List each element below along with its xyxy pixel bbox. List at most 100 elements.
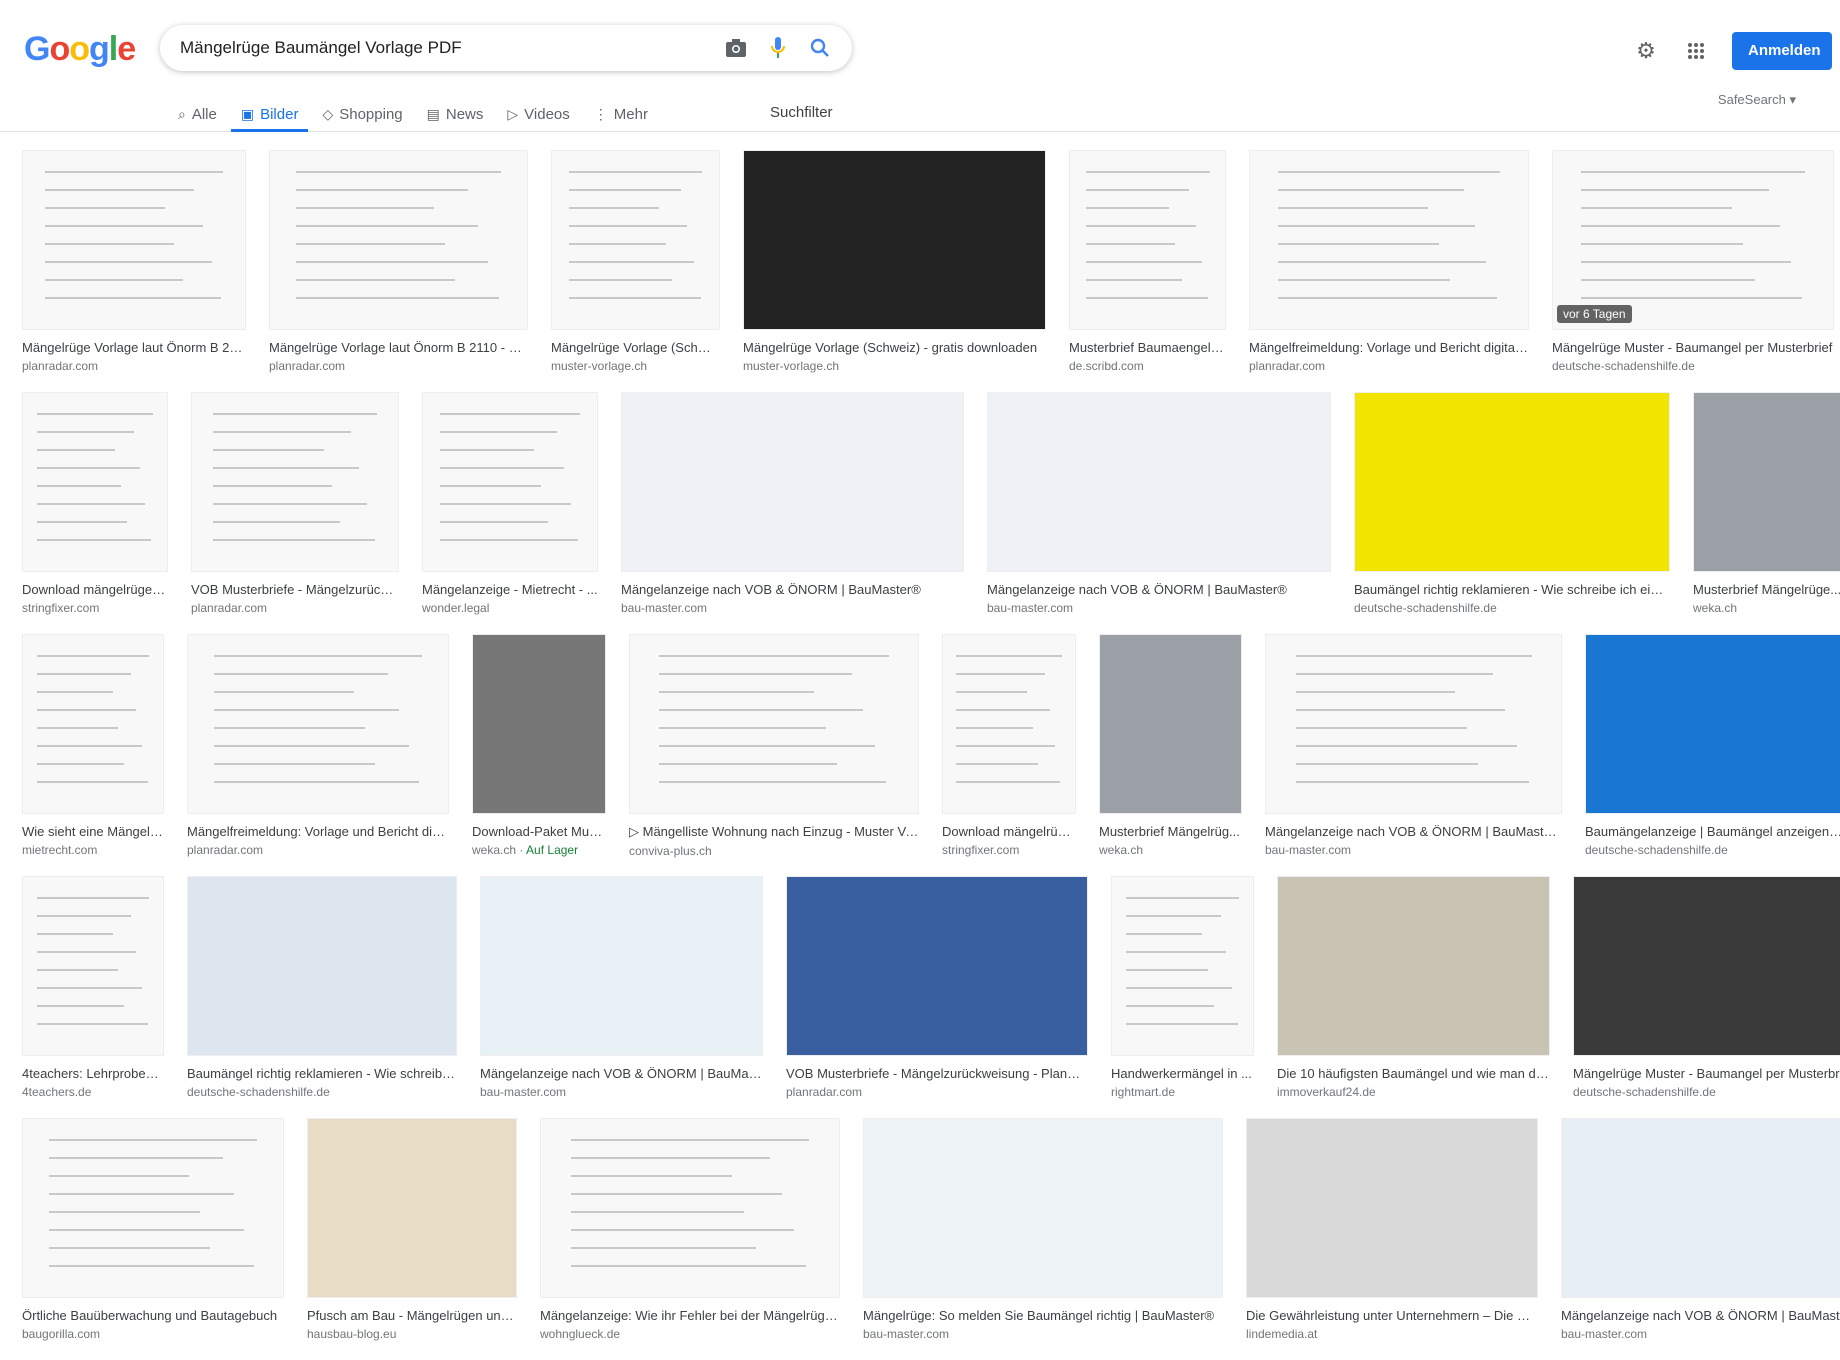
result-thumbnail[interactable] [22, 1118, 284, 1298]
result-source[interactable]: bau-master.com [987, 601, 1331, 615]
result-title[interactable]: Mängelrüge Vorlage laut Önorm B 2110 - W… [269, 340, 528, 355]
image-result[interactable]: Mängelfreimeldung: Vorlage und Bericht d… [187, 634, 449, 876]
result-thumbnail[interactable] [187, 634, 449, 814]
image-result[interactable]: Download mängelrüge ... stringfixer.com [942, 634, 1076, 876]
result-title[interactable]: Baumängelanzeige | Baumängel anzeigen ..… [1585, 824, 1840, 839]
image-result[interactable]: Musterbrief Mängelrüg... weka.ch [1099, 634, 1242, 876]
safesearch-dropdown[interactable]: SafeSearch ▾ [1718, 92, 1796, 108]
image-result[interactable]: Download mängelrüge i... stringfixer.com [22, 392, 168, 634]
image-result[interactable]: Download-Paket Muste... weka.ch · Auf La… [472, 634, 606, 876]
tab-shopping[interactable]: ◇ Shopping [322, 98, 402, 130]
result-source[interactable]: bau-master.com [480, 1085, 763, 1099]
result-thumbnail[interactable] [187, 876, 457, 1056]
result-thumbnail[interactable] [621, 392, 964, 572]
result-title[interactable]: Handwerkermängel in ... [1111, 1066, 1254, 1081]
image-result[interactable]: Baumängel richtig reklamieren - Wie schr… [187, 876, 457, 1118]
search-icon[interactable] [808, 36, 832, 60]
result-title[interactable]: Mängelrüge Vorlage (Schweiz) - gratis do… [743, 340, 1046, 355]
result-source[interactable]: planradar.com [1249, 359, 1529, 373]
result-source[interactable]: rightmart.de [1111, 1085, 1254, 1099]
result-source[interactable]: stringfixer.com [22, 601, 168, 615]
search-input[interactable] [180, 38, 706, 58]
result-thumbnail[interactable] [1099, 634, 1242, 814]
result-source[interactable]: weka.ch [1099, 843, 1242, 857]
result-title[interactable]: VOB Musterbriefe - Mängelzurückweisung -… [786, 1066, 1088, 1081]
result-source[interactable]: bau-master.com [621, 601, 964, 615]
result-thumbnail[interactable] [629, 634, 919, 814]
image-result[interactable]: Mängelrüge: So melden Sie Baumängel rich… [863, 1118, 1223, 1360]
result-title[interactable]: 4teachers: Lehrproben,... [22, 1066, 164, 1081]
result-thumbnail[interactable] [1561, 1118, 1840, 1298]
image-result[interactable]: Mängelrüge Vorlage laut Önorm B 2110 ...… [22, 150, 246, 392]
image-result[interactable]: Mängelanzeige: Wie ihr Fehler bei der Mä… [540, 1118, 840, 1360]
result-thumbnail[interactable] [1585, 634, 1840, 814]
result-thumbnail[interactable] [1069, 150, 1226, 330]
image-result[interactable]: Musterbrief Baumaengel | ... de.scribd.c… [1069, 150, 1226, 392]
result-title[interactable]: Mängelrüge Muster - Baumangel per Muster… [1573, 1066, 1840, 1081]
result-title[interactable]: Download mängelrüge i... [22, 582, 168, 597]
result-title[interactable]: Mängelrüge Vorlage laut Önorm B 2110 ... [22, 340, 246, 355]
result-source[interactable]: wonder.legal [422, 601, 598, 615]
result-thumbnail[interactable] [22, 150, 246, 330]
result-thumbnail[interactable] [1249, 150, 1529, 330]
image-result[interactable]: Örtliche Bauüberwachung und Bautagebuch … [22, 1118, 284, 1360]
result-title[interactable]: Mängelrüge: So melden Sie Baumängel rich… [863, 1308, 1223, 1323]
image-result[interactable]: Pfusch am Bau - Mängelrügen und ... haus… [307, 1118, 517, 1360]
result-title[interactable]: Die 10 häufigsten Baumängel und wie man … [1277, 1066, 1550, 1081]
result-title[interactable]: ▷ Mängelliste Wohnung nach Einzug - Must… [629, 824, 919, 840]
image-result[interactable]: Mängelanzeige nach VOB & ÖNORM | BauMast… [621, 392, 964, 634]
result-title[interactable]: Musterbrief Baumaengel | ... [1069, 340, 1226, 355]
result-source[interactable]: deutsche-schadenshilfe.de [1552, 359, 1834, 373]
result-title[interactable]: Baumängel richtig reklamieren - Wie schr… [1354, 582, 1670, 597]
result-source[interactable]: planradar.com [187, 843, 449, 857]
result-source[interactable]: 4teachers.de [22, 1085, 164, 1099]
result-title[interactable]: Die Gewährleistung unter Unternehmern – … [1246, 1308, 1538, 1323]
result-title[interactable]: Mängelanzeige nach VOB & ÖNORM | BauMast… [1561, 1308, 1840, 1323]
result-source[interactable]: stringfixer.com [942, 843, 1076, 857]
image-result[interactable]: Mängelanzeige - Mietrecht - ... wonder.l… [422, 392, 598, 634]
image-result[interactable]: Mängelanzeige nach VOB & ÖNORM | BauMast… [987, 392, 1331, 634]
result-source[interactable]: hausbau-blog.eu [307, 1327, 517, 1341]
image-result[interactable]: VOB Musterbriefe - Mängelzurückw... plan… [191, 392, 399, 634]
result-source[interactable]: deutsche-schadenshilfe.de [1354, 601, 1670, 615]
image-result[interactable]: Handwerkermängel in ... rightmart.de [1111, 876, 1254, 1118]
result-source[interactable]: weka.ch [1693, 601, 1840, 615]
result-thumbnail[interactable] [422, 392, 598, 572]
result-thumbnail[interactable] [942, 634, 1076, 814]
result-source[interactable]: de.scribd.com [1069, 359, 1226, 373]
result-thumbnail[interactable] [551, 150, 720, 330]
result-title[interactable]: Musterbrief Mängelrüg... [1099, 824, 1242, 839]
image-result[interactable]: Mängelfreimeldung: Vorlage und Bericht d… [1249, 150, 1529, 392]
microphone-icon[interactable] [766, 36, 790, 60]
result-source[interactable]: mietrecht.com [22, 843, 164, 857]
result-thumbnail[interactable] [269, 150, 528, 330]
result-title[interactable]: Mängelrüge Muster - Baumangel per Muster… [1552, 340, 1834, 355]
result-source[interactable]: immoverkauf24.de [1277, 1085, 1550, 1099]
result-title[interactable]: Pfusch am Bau - Mängelrügen und ... [307, 1308, 517, 1323]
result-thumbnail[interactable] [1277, 876, 1550, 1056]
result-thumbnail[interactable] [22, 876, 164, 1056]
tab-news[interactable]: ▤ News [427, 98, 484, 130]
result-thumbnail[interactable] [743, 150, 1046, 330]
image-result[interactable]: ▷ Mängelliste Wohnung nach Einzug - Must… [629, 634, 919, 876]
result-thumbnail[interactable] [191, 392, 399, 572]
result-thumbnail[interactable] [22, 634, 164, 814]
image-result[interactable]: 4teachers: Lehrproben,... 4teachers.de [22, 876, 164, 1118]
result-title[interactable]: Baumängel richtig reklamieren - Wie schr… [187, 1066, 457, 1081]
result-thumbnail[interactable] [987, 392, 1331, 572]
camera-icon[interactable] [724, 36, 748, 60]
result-title[interactable]: Mängelfreimeldung: Vorlage und Bericht d… [187, 824, 449, 839]
result-source[interactable]: wohnglueck.de [540, 1327, 840, 1341]
tab-mehr[interactable]: ⋮ Mehr [594, 98, 648, 130]
image-result[interactable]: Die Gewährleistung unter Unternehmern – … [1246, 1118, 1538, 1360]
result-source[interactable]: planradar.com [22, 359, 246, 373]
image-result[interactable]: Mängelrüge Vorlage (Schweiz) - gratis do… [743, 150, 1046, 392]
result-title[interactable]: Mängelanzeige nach VOB & ÖNORM | BauMast… [621, 582, 964, 597]
result-source[interactable]: deutsche-schadenshilfe.de [187, 1085, 457, 1099]
result-title[interactable]: Örtliche Bauüberwachung und Bautagebuch [22, 1308, 284, 1323]
result-source[interactable]: planradar.com [191, 601, 399, 615]
image-result[interactable]: Musterbrief Mängelrüge... weka.ch [1693, 392, 1840, 634]
result-thumbnail[interactable] [1354, 392, 1670, 572]
signin-button[interactable]: Anmelden [1732, 32, 1832, 70]
result-title[interactable]: Mängelanzeige - Mietrecht - ... [422, 582, 598, 597]
